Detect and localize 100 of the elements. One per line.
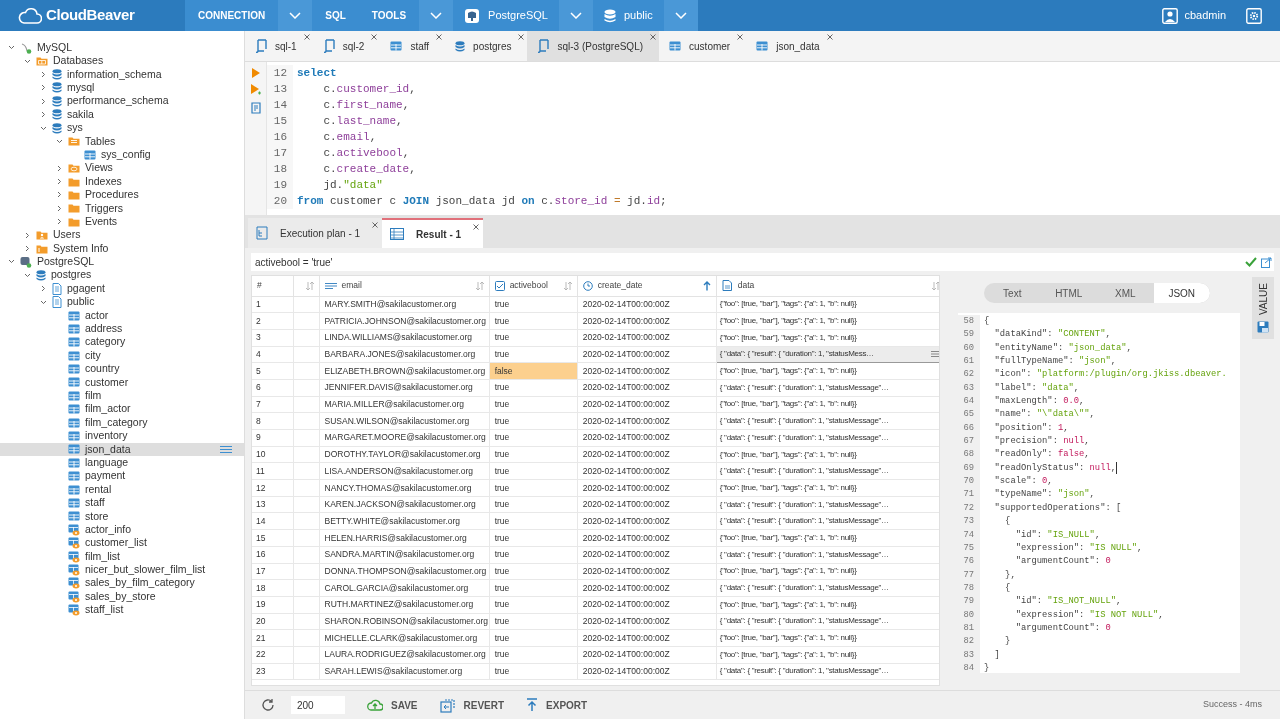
close-icon[interactable] bbox=[473, 224, 480, 230]
tree-item[interactable]: Procedures bbox=[0, 188, 244, 202]
tree-item[interactable]: film_category bbox=[0, 415, 244, 430]
chevron-icon[interactable] bbox=[24, 245, 31, 253]
tree-item[interactable]: sales_by_store bbox=[0, 590, 244, 604]
chevron-icon[interactable] bbox=[40, 111, 47, 119]
chevron-icon[interactable] bbox=[24, 271, 31, 279]
check-icon[interactable] bbox=[1245, 256, 1257, 267]
export-icon[interactable] bbox=[1261, 256, 1272, 268]
tree-item[interactable]: staff bbox=[0, 496, 244, 510]
toolbar-button[interactable]: SAVE bbox=[367, 697, 418, 713]
close-icon[interactable] bbox=[303, 34, 310, 40]
tree-item[interactable]: actor bbox=[0, 308, 244, 323]
editor-tab[interactable]: postgres bbox=[445, 31, 528, 61]
editor-tab[interactable]: sql-2 bbox=[312, 31, 381, 61]
chevron-icon[interactable] bbox=[56, 218, 63, 226]
close-icon[interactable] bbox=[826, 34, 833, 40]
chevron-icon[interactable] bbox=[24, 57, 31, 65]
tree-item[interactable]: city bbox=[0, 349, 244, 363]
chevron-icon[interactable] bbox=[40, 84, 47, 92]
chevron-icon[interactable] bbox=[56, 204, 63, 212]
tree-item[interactable]: actor_info bbox=[0, 523, 244, 537]
refresh-icon[interactable] bbox=[261, 698, 275, 712]
chevron-icon[interactable] bbox=[40, 97, 47, 105]
close-icon[interactable] bbox=[372, 222, 379, 228]
editor-tab[interactable]: sql-1 bbox=[245, 31, 313, 61]
tree-item[interactable]: System Info bbox=[0, 241, 244, 256]
tree-item[interactable]: information_schema bbox=[0, 67, 244, 82]
result-tab[interactable]: Result - 1 bbox=[382, 218, 484, 248]
tree-item[interactable]: film_list bbox=[0, 549, 244, 564]
tree-item[interactable]: sys bbox=[0, 121, 244, 135]
column-header[interactable]: email bbox=[319, 276, 490, 296]
menu-icon[interactable] bbox=[220, 445, 232, 453]
menu-button[interactable]: CONNECTION bbox=[185, 0, 279, 31]
tree-item[interactable]: film_actor bbox=[0, 402, 244, 416]
chevron-icon[interactable] bbox=[40, 70, 47, 78]
close-icon[interactable] bbox=[650, 34, 657, 40]
tree-item[interactable]: address bbox=[0, 322, 244, 336]
tree-item[interactable]: pgagent bbox=[0, 282, 244, 296]
tree-item[interactable]: country bbox=[0, 362, 244, 376]
tree-item[interactable]: store bbox=[0, 509, 244, 524]
fetch-size-field[interactable]: 200 bbox=[291, 696, 345, 714]
tree-item[interactable]: json_data bbox=[0, 442, 244, 457]
menu-icon[interactable] bbox=[931, 351, 939, 358]
chevron-icon[interactable] bbox=[40, 298, 47, 306]
tree-item[interactable]: customer_list bbox=[0, 536, 244, 550]
tree-item[interactable]: performance_schema bbox=[0, 94, 244, 108]
chevron-icon[interactable] bbox=[56, 164, 63, 172]
tree-item[interactable]: inventory bbox=[0, 429, 244, 443]
menu-button[interactable]: SQL bbox=[312, 0, 359, 31]
tree-item[interactable]: mysql bbox=[0, 81, 244, 95]
tree-item[interactable]: nicer_but_slower_film_list bbox=[0, 563, 244, 577]
chevron-icon[interactable] bbox=[40, 285, 47, 293]
close-icon[interactable] bbox=[371, 34, 378, 40]
tree-item[interactable]: sales_by_film_category bbox=[0, 576, 244, 590]
sort-ascending-icon[interactable] bbox=[702, 280, 711, 291]
tree-item[interactable]: postgres bbox=[0, 268, 244, 283]
settings-icon[interactable] bbox=[1246, 7, 1262, 24]
tree-item[interactable]: sys_config bbox=[0, 148, 244, 162]
tree-item[interactable]: Triggers bbox=[0, 201, 244, 216]
side-tab[interactable]: VALUE bbox=[1252, 277, 1274, 340]
menu-button[interactable]: TOOLS bbox=[358, 0, 420, 31]
editor-tab[interactable]: staff bbox=[380, 31, 446, 61]
tree-item[interactable]: language bbox=[0, 456, 244, 470]
close-icon[interactable] bbox=[436, 34, 443, 40]
toolbar-button[interactable]: REVERT bbox=[439, 697, 505, 713]
close-icon[interactable] bbox=[737, 34, 744, 40]
chevron-icon[interactable] bbox=[24, 231, 31, 239]
format-tab[interactable]: HTML bbox=[1040, 283, 1097, 303]
tree-item[interactable]: staff_list bbox=[0, 603, 244, 617]
chevron-icon[interactable] bbox=[56, 191, 63, 199]
editor-tab[interactable]: customer bbox=[659, 31, 747, 61]
tree-item[interactable]: Users bbox=[0, 228, 244, 242]
column-header[interactable]: data bbox=[716, 276, 939, 296]
close-icon[interactable] bbox=[518, 34, 525, 40]
tree-item[interactable]: sakila bbox=[0, 107, 244, 122]
tree-item[interactable]: PostgreSQL bbox=[0, 255, 244, 269]
format-tab[interactable]: Text bbox=[984, 283, 1041, 303]
tree-item[interactable]: Views bbox=[0, 161, 244, 175]
tree-item[interactable]: Events bbox=[0, 215, 244, 229]
chevron-icon[interactable] bbox=[40, 124, 47, 132]
column-header[interactable]: # bbox=[252, 276, 293, 296]
column-header[interactable]: create_date bbox=[577, 276, 717, 296]
schema-selector[interactable]: public bbox=[593, 0, 664, 31]
format-tab[interactable]: JSON bbox=[1153, 283, 1210, 303]
explain-icon[interactable] bbox=[250, 102, 261, 114]
connection-selector[interactable]: PostgreSQL bbox=[453, 0, 559, 31]
tree-item[interactable]: public bbox=[0, 295, 244, 309]
format-tab[interactable]: XML bbox=[1097, 283, 1154, 303]
tree-item[interactable]: Indexes bbox=[0, 174, 244, 189]
tree-item[interactable]: film bbox=[0, 389, 244, 403]
tree-item[interactable]: Databases bbox=[0, 54, 244, 68]
tree-item[interactable]: MySQL bbox=[0, 41, 244, 55]
chevron-icon[interactable] bbox=[56, 178, 63, 186]
user-menu[interactable]: cbadmin bbox=[1162, 0, 1246, 31]
tree-item[interactable]: rental bbox=[0, 482, 244, 497]
chevron-icon[interactable] bbox=[8, 258, 15, 266]
result-tab[interactable]: Execution plan - 1 bbox=[248, 218, 383, 248]
chevron-icon[interactable] bbox=[56, 137, 63, 145]
editor-tab[interactable]: sql-3 (PostgreSQL) bbox=[527, 31, 660, 61]
